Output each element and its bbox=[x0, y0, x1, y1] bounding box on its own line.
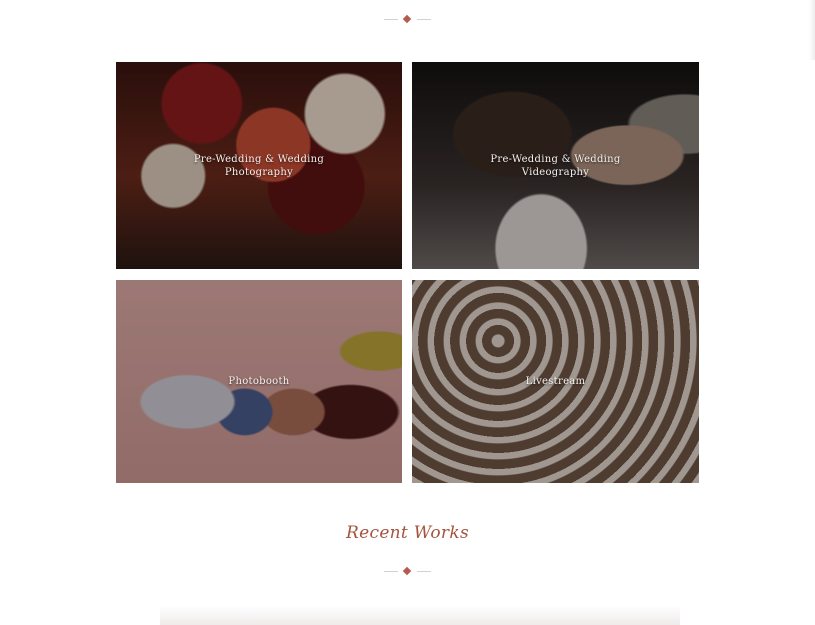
service-tile-wedding-videography[interactable]: Pre-Wedding & Wedding Videography bbox=[412, 62, 699, 269]
section-title-recent-works: Recent Works bbox=[346, 523, 469, 543]
service-tile-wedding-photography[interactable]: Pre-Wedding & Wedding Photography bbox=[116, 62, 402, 269]
bottom-divider bbox=[0, 566, 815, 577]
diamond-icon bbox=[402, 14, 412, 24]
service-label: Pre-Wedding & Wedding Videography bbox=[490, 153, 621, 178]
service-label: Livestream bbox=[525, 376, 586, 387]
recent-works-preview bbox=[160, 606, 680, 625]
service-tile-photobooth[interactable]: Photobooth bbox=[116, 280, 402, 483]
service-tile-livestream[interactable]: Livestream bbox=[412, 280, 699, 483]
scrollbar[interactable] bbox=[809, 0, 815, 60]
service-label: Photobooth bbox=[228, 376, 290, 387]
services-grid: Pre-Wedding & Wedding Photography Pre-We… bbox=[116, 62, 699, 483]
diamond-icon bbox=[402, 566, 412, 576]
service-label: Pre-Wedding & Wedding Photography bbox=[193, 153, 325, 178]
top-divider bbox=[0, 14, 815, 25]
